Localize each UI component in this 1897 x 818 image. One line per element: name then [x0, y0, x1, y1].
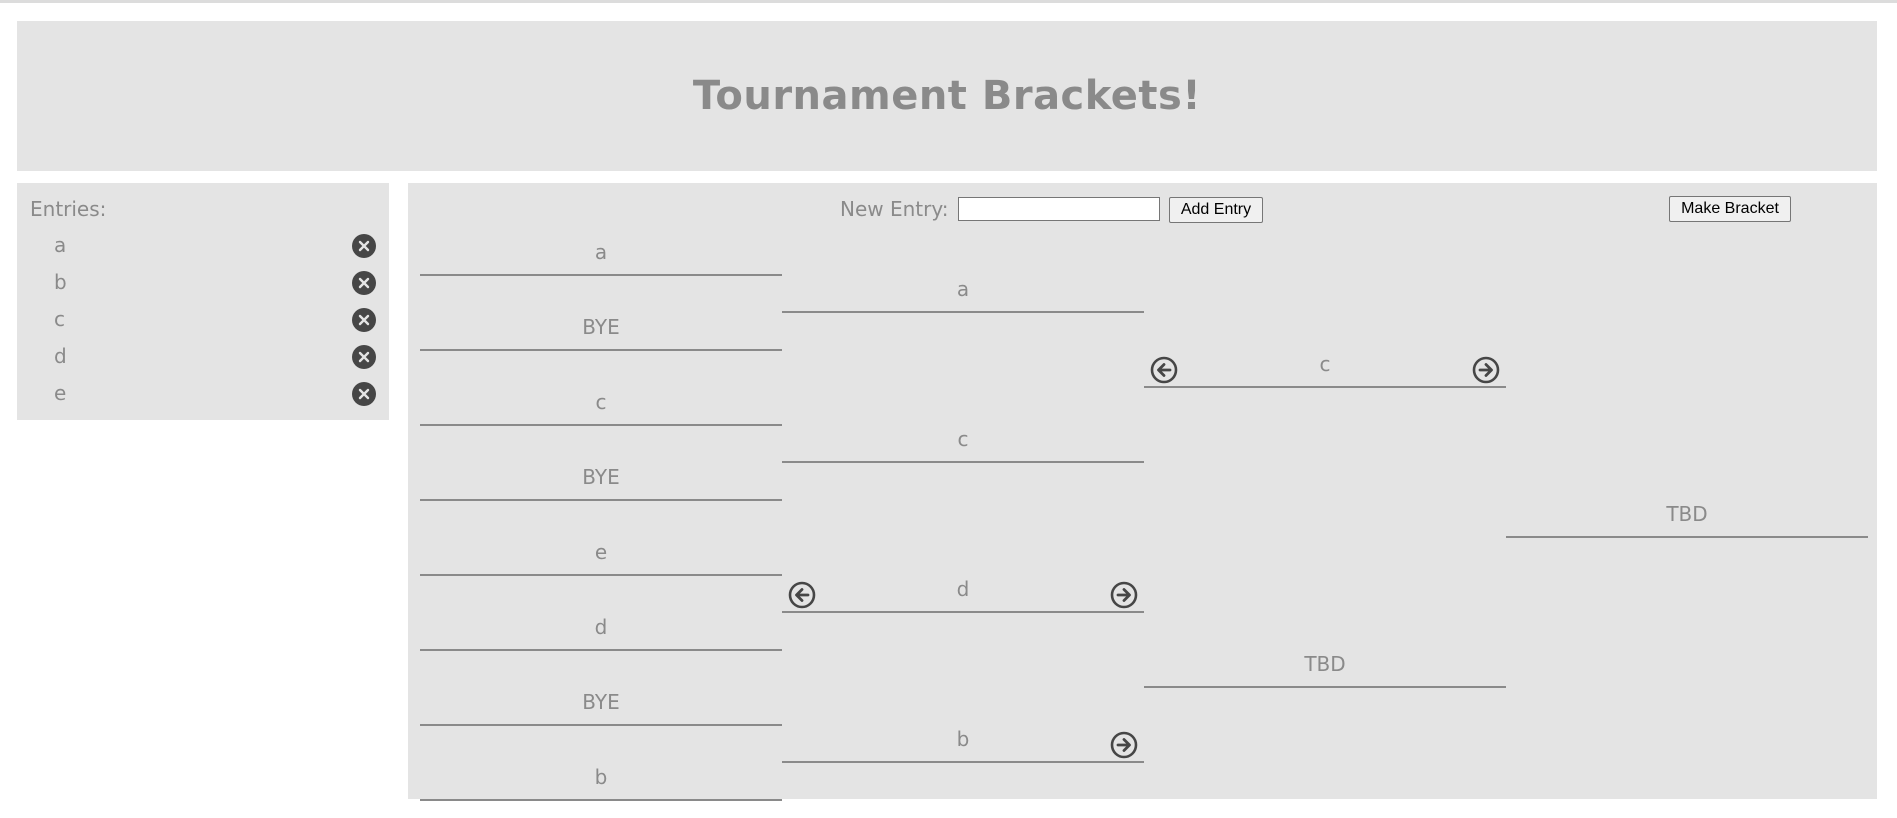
entry-row: d — [17, 338, 389, 375]
page-header: Tournament Brackets! — [17, 21, 1877, 171]
arrow-right-circle-icon — [1472, 356, 1500, 384]
remove-entry-button[interactable] — [352, 271, 376, 295]
entry-row: c — [17, 301, 389, 338]
close-icon — [358, 351, 370, 363]
entry-name: e — [54, 381, 67, 405]
bracket-slot-round2: c — [782, 421, 1144, 463]
slot-label: a — [956, 277, 970, 301]
new-entry-input[interactable] — [958, 197, 1160, 221]
bracket-slot-round2: b — [782, 721, 1144, 763]
remove-entry-button[interactable] — [352, 308, 376, 332]
close-icon — [358, 277, 370, 289]
arrow-right-circle-icon — [1110, 731, 1138, 759]
arrow-right-circle-icon — [1110, 581, 1138, 609]
slot-label: c — [957, 427, 969, 451]
make-bracket-button[interactable]: Make Bracket — [1669, 196, 1791, 222]
close-icon — [358, 314, 370, 326]
bracket-slot-round1: d — [420, 609, 782, 651]
bracket-slot-round1: BYE — [420, 684, 782, 726]
entry-name: b — [54, 270, 67, 294]
slot-label: BYE — [582, 690, 620, 714]
slot-label: BYE — [582, 465, 620, 489]
bracket-slot-round1: a — [420, 234, 782, 276]
slot-label: c — [1319, 352, 1331, 376]
bracket-slot-round1: e — [420, 534, 782, 576]
add-entry-button[interactable]: Add Entry — [1169, 197, 1263, 223]
slot-label: a — [594, 240, 608, 264]
remove-entry-button[interactable] — [352, 382, 376, 406]
page-title: Tournament Brackets! — [692, 73, 1202, 119]
entries-title: Entries: — [30, 197, 107, 221]
bracket-slot-round2: a — [782, 271, 1144, 313]
bracket-slot-round1: BYE — [420, 309, 782, 351]
slot-label: e — [594, 540, 608, 564]
bracket-slot-round2: d — [782, 571, 1144, 613]
new-entry-label: New Entry: — [840, 197, 949, 221]
bracket-panel: New Entry: Add Entry Make Bracket a BYE … — [408, 183, 1877, 801]
bracket-slot-round3: c — [1144, 346, 1506, 388]
bracket-slot-round1: b — [420, 759, 782, 801]
top-divider — [0, 0, 1897, 3]
bracket-slot-round1: BYE — [420, 459, 782, 501]
entry-name: a — [54, 233, 67, 257]
bracket-slot-round3: TBD — [1144, 646, 1506, 688]
entry-row: b — [17, 264, 389, 301]
entry-row: a — [17, 227, 389, 264]
move-right-button[interactable] — [1472, 356, 1500, 384]
move-right-button[interactable] — [1110, 731, 1138, 759]
remove-entry-button[interactable] — [352, 345, 376, 369]
entry-row: e — [17, 375, 389, 412]
slot-label: d — [594, 615, 608, 639]
entry-name: d — [54, 344, 67, 368]
slot-label: b — [956, 727, 970, 751]
bracket-slot-final: TBD — [1506, 496, 1868, 538]
slot-label: b — [594, 765, 608, 789]
slot-label: d — [956, 577, 970, 601]
entries-panel: Entries: a b c d e — [17, 183, 389, 420]
slot-label: TBD — [1666, 502, 1708, 526]
slot-label: c — [595, 390, 607, 414]
entry-name: c — [54, 307, 65, 331]
remove-entry-button[interactable] — [352, 234, 376, 258]
move-right-button[interactable] — [1110, 581, 1138, 609]
close-icon — [358, 240, 370, 252]
slot-label: TBD — [1304, 652, 1346, 676]
close-icon — [358, 388, 370, 400]
slot-label: BYE — [582, 315, 620, 339]
bracket-slot-round1: c — [420, 384, 782, 426]
